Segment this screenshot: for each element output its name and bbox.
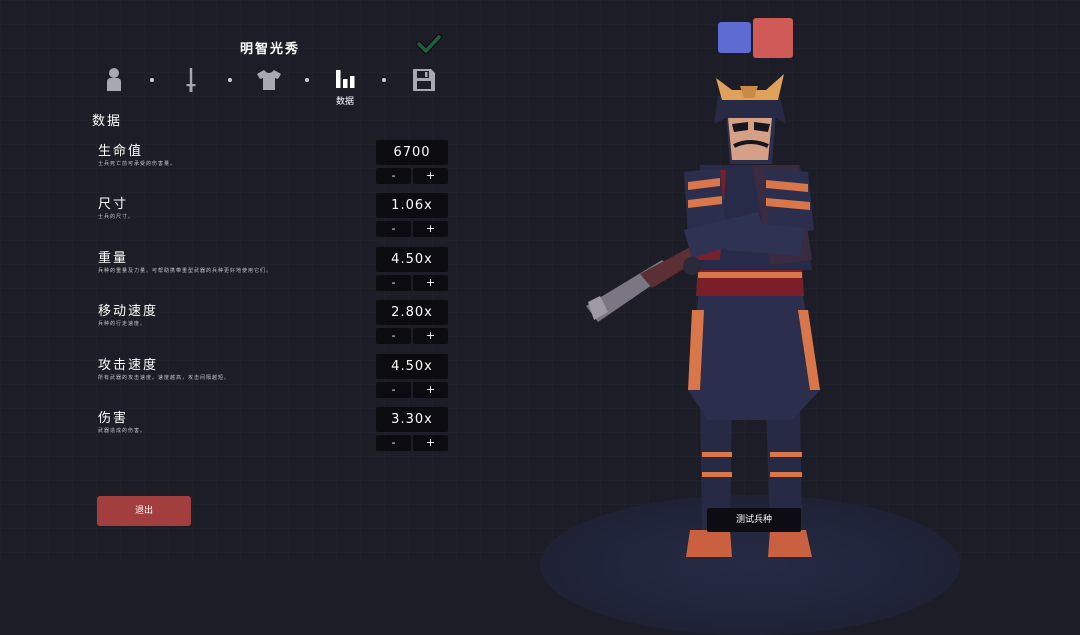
section-title: 数据: [92, 114, 123, 129]
increase-button[interactable]: +: [413, 168, 448, 184]
save-icon[interactable]: [410, 66, 438, 94]
stat-name: 伤害: [98, 411, 129, 426]
step-separator: [228, 78, 232, 82]
stat-row-weight: 重量 兵种的重量及力量。可帮助携带重型武器的兵种更好地使用它们。 4.50x -…: [98, 247, 453, 299]
sword-icon[interactable]: [177, 66, 205, 94]
stat-value-field[interactable]: 6700: [376, 140, 448, 165]
team-blue-button[interactable]: [718, 22, 751, 53]
step-separator: [305, 78, 309, 82]
stat-value-field[interactable]: 4.50x: [376, 354, 448, 379]
musket: [586, 246, 702, 322]
stat-description: 兵种的行走速度。: [98, 321, 147, 327]
decrease-button[interactable]: -: [376, 168, 411, 184]
stat-row-movement-speed: 移动速度 兵种的行走速度。 2.80x - +: [98, 300, 453, 352]
unit-name: 明智光秀: [239, 42, 300, 57]
stat-value-field[interactable]: 3.30x: [376, 407, 448, 432]
stat-description: 士兵死亡前可承受的伤害量。: [98, 161, 177, 167]
decrease-button[interactable]: -: [376, 275, 411, 291]
stat-name: 重量: [98, 251, 129, 266]
unit-preview: [580, 60, 840, 557]
stats-icon[interactable]: [332, 66, 360, 94]
stat-value-field[interactable]: 2.80x: [376, 300, 448, 325]
increase-button[interactable]: +: [413, 328, 448, 344]
increase-button[interactable]: +: [413, 435, 448, 451]
increase-button[interactable]: +: [413, 221, 448, 237]
stat-value-field[interactable]: 1.06x: [376, 193, 448, 218]
stat-name: 移动速度: [98, 304, 159, 319]
editor-steps: 数据: [100, 66, 440, 107]
person-icon[interactable]: [100, 66, 128, 94]
stat-description: 兵种的重量及力量。可帮助携带重型武器的兵种更好地使用它们。: [98, 268, 273, 274]
decrease-button[interactable]: -: [376, 382, 411, 398]
stat-name: 生命值: [98, 144, 144, 159]
stat-description: 士兵的尺寸。: [98, 214, 135, 220]
stat-name: 尺寸: [98, 197, 129, 212]
shirt-icon[interactable]: [255, 66, 283, 94]
increase-button[interactable]: +: [413, 275, 448, 291]
test-unit-button[interactable]: 测试兵种: [707, 508, 801, 532]
stat-value-field[interactable]: 4.50x: [376, 247, 448, 272]
stat-row-damage: 伤害 武器造成的伤害。 3.30x - +: [98, 407, 453, 459]
decrease-button[interactable]: -: [376, 221, 411, 237]
step-separator: [150, 78, 154, 82]
confirm-check-icon[interactable]: [416, 33, 442, 55]
decrease-button[interactable]: -: [376, 328, 411, 344]
team-red-button[interactable]: [753, 18, 793, 58]
stat-row-attack-speed: 攻击速度 所有武器的攻击速度。速度越高，攻击间隔越短。 4.50x - +: [98, 354, 453, 406]
stat-name: 攻击速度: [98, 358, 159, 373]
stat-description: 武器造成的伤害。: [98, 428, 147, 434]
step-separator: [382, 78, 386, 82]
decrease-button[interactable]: -: [376, 435, 411, 451]
stat-description: 所有武器的攻击速度。速度越高，攻击间隔越短。: [98, 375, 231, 381]
stat-row-health: 生命值 士兵死亡前可承受的伤害量。 6700 - +: [98, 140, 453, 192]
step-label-stats: 数据: [335, 97, 354, 107]
increase-button[interactable]: +: [413, 382, 448, 398]
exit-button[interactable]: 退出: [97, 496, 191, 526]
stat-row-size: 尺寸 士兵的尺寸。 1.06x - +: [98, 193, 453, 245]
